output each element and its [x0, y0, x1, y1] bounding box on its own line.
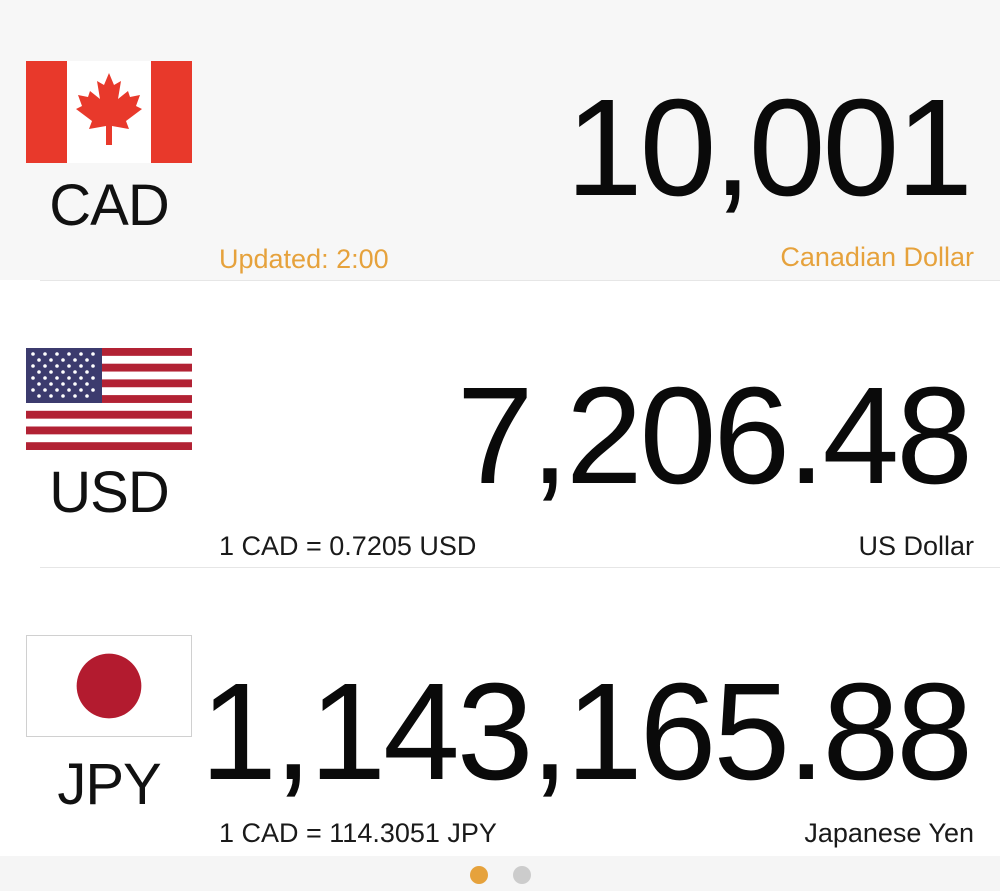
currency-name: US Dollar	[858, 531, 974, 561]
japan-flag-icon	[26, 635, 192, 737]
exchange-rate: 1 CAD = 114.3051 JPY	[219, 818, 497, 848]
usa-flag-icon	[26, 348, 192, 450]
amount-input[interactable]: 10,001	[566, 79, 973, 217]
currency-converter-app: CAD 10,001 Updated: 2:00 Canadian Dollar	[0, 0, 1000, 891]
currency-code: USD	[49, 460, 169, 525]
currency-name: Japanese Yen	[804, 818, 974, 848]
page-dot-2[interactable]	[513, 866, 531, 884]
exchange-rate: 1 CAD = 0.7205 USD	[219, 531, 477, 561]
converted-amount: 7,206.48	[456, 359, 973, 513]
currency-name: Canadian Dollar	[780, 242, 974, 272]
updated-time: Updated: 2:00	[219, 244, 389, 274]
currency-code: CAD	[49, 173, 169, 238]
currency-code: JPY	[57, 752, 161, 817]
page-indicator	[0, 856, 1000, 891]
currency-row-jpy[interactable]: JPY 1,143,165.88 1 CAD = 114.3051 JPY Ja…	[0, 568, 1000, 855]
canada-flag-icon	[26, 61, 192, 163]
currency-row-usd[interactable]: USD 7,206.48 1 CAD = 0.7205 USD US Dolla…	[0, 281, 1000, 567]
page-dot-1[interactable]	[470, 866, 488, 884]
converted-amount: 1,143,165.88	[200, 655, 973, 809]
currency-row-cad[interactable]: CAD 10,001 Updated: 2:00 Canadian Dollar	[0, 0, 1000, 280]
